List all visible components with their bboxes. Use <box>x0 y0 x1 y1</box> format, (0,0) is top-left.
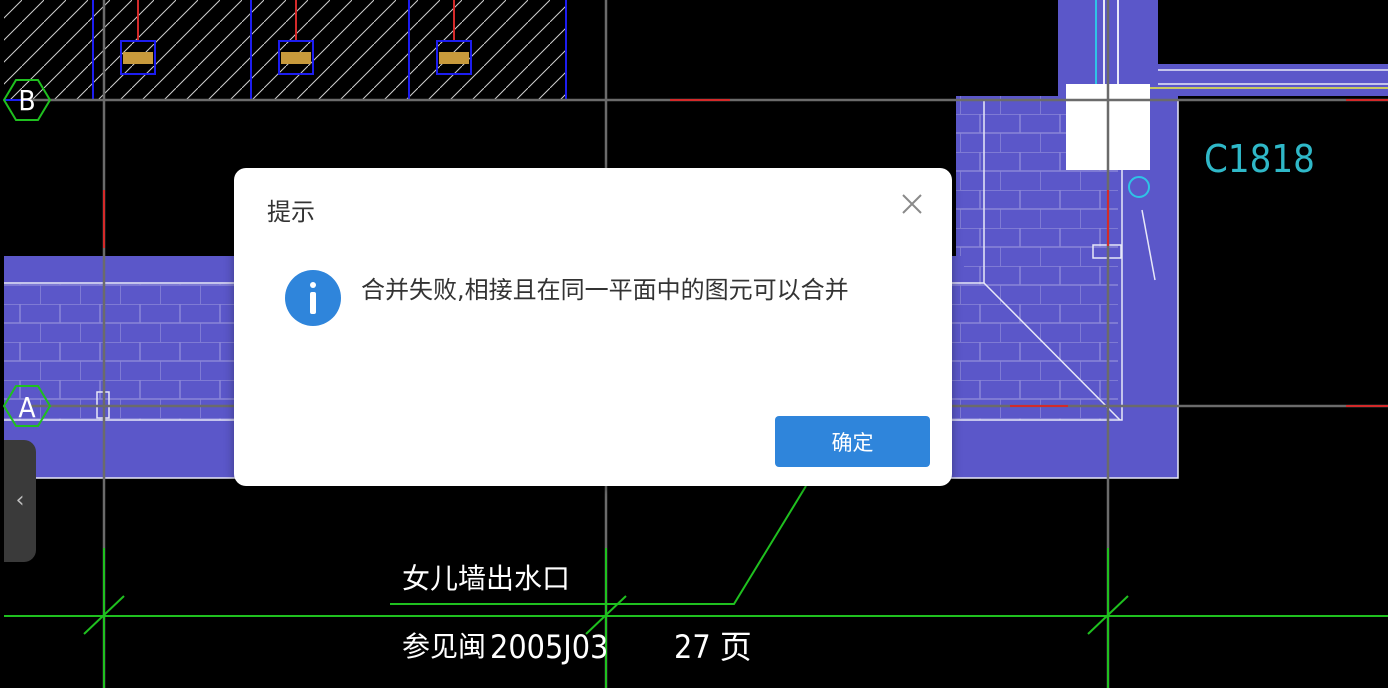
hatched-slab <box>4 0 566 100</box>
ok-button[interactable]: 确定 <box>775 416 930 467</box>
annotation-ref-prefix: 参见闽 <box>402 630 486 663</box>
close-icon[interactable] <box>898 190 926 218</box>
chevron-left-icon: ‹ <box>15 488 25 513</box>
annotation-ref-page: 27 页 <box>674 628 752 666</box>
dialog-message: 合并失败,相接且在同一平面中的图元可以合并 <box>361 276 849 304</box>
wall-top-right-void <box>1158 0 1388 64</box>
info-icon <box>285 270 341 326</box>
annotation-title: 女儿墙出水口 <box>402 562 570 595</box>
axis-label-a: A <box>18 391 36 424</box>
window-label: C1818 <box>1204 137 1315 181</box>
annotation-ref-code: 2005J03 <box>490 628 608 666</box>
message-dialog: 提示 合并失败,相接且在同一平面中的图元可以合并 确定 <box>234 168 952 486</box>
dialog-title: 提示 <box>267 198 315 226</box>
axis-label-b: B <box>18 84 35 117</box>
side-panel-toggle[interactable]: ‹ <box>4 440 36 562</box>
